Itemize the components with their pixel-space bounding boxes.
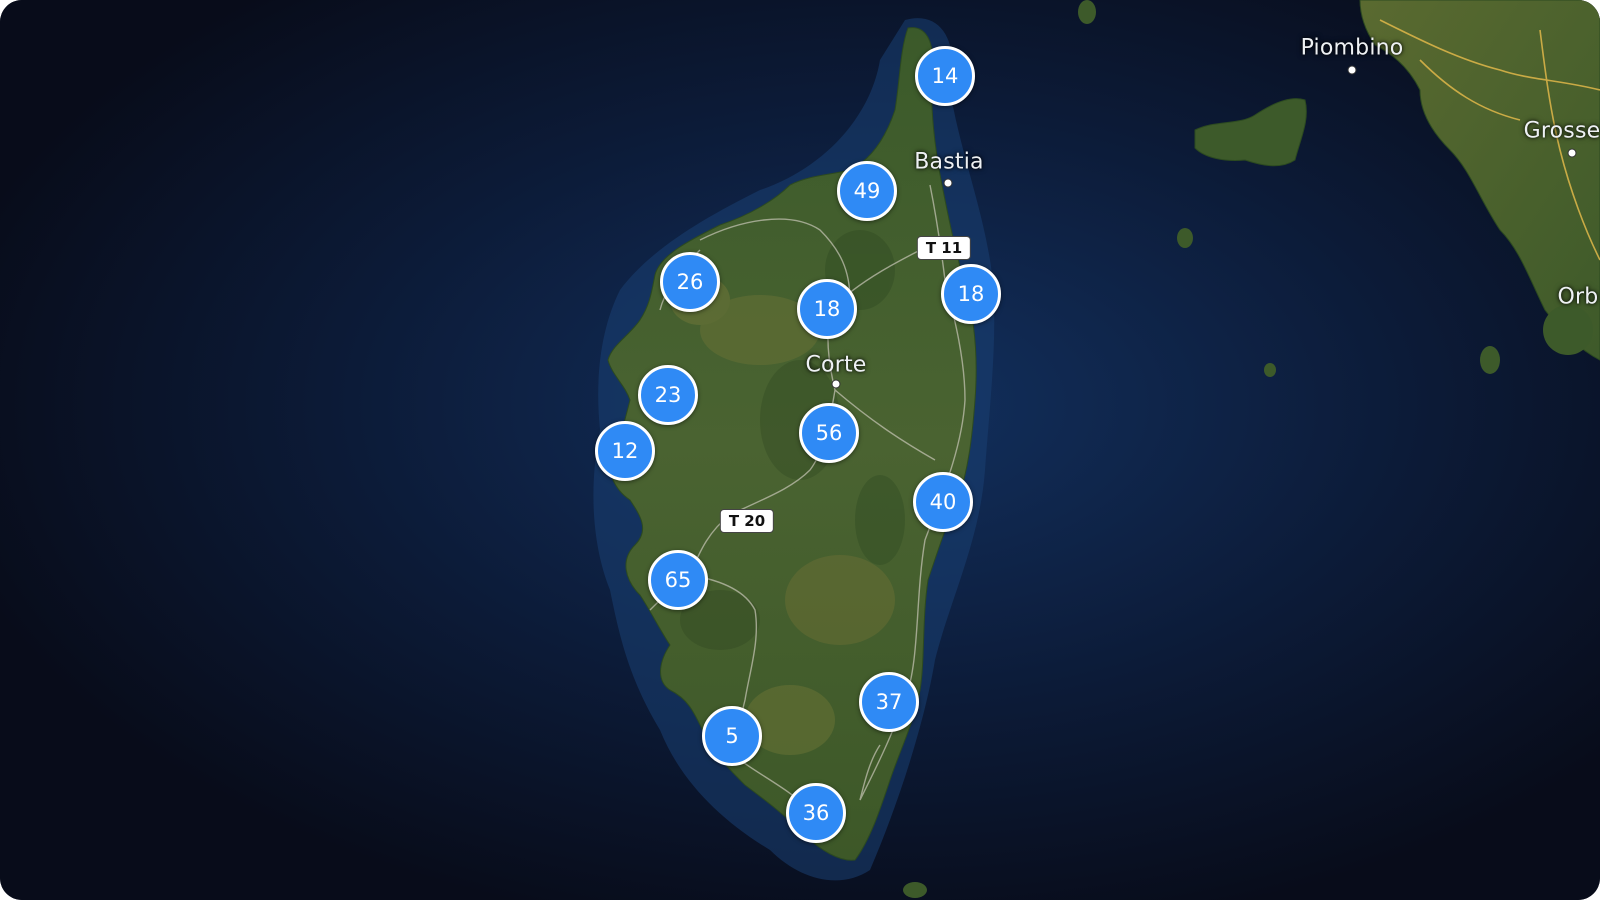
- cluster-marker[interactable]: 36: [786, 783, 846, 843]
- pianosa-island: [1264, 363, 1276, 377]
- piombino-dot: [1347, 65, 1357, 75]
- corte-dot: [831, 379, 841, 389]
- road-shield-t11: T 11: [916, 236, 972, 260]
- argentario-promontory: [1543, 305, 1593, 355]
- cluster-marker[interactable]: 18: [797, 279, 857, 339]
- satellite-map: [0, 0, 1600, 900]
- cluster-marker[interactable]: 18: [941, 264, 1001, 324]
- place-label-orbetello: Orb: [1557, 284, 1599, 310]
- giglio-island: [1480, 346, 1500, 374]
- cluster-marker[interactable]: 14: [915, 46, 975, 106]
- cluster-marker[interactable]: 40: [913, 472, 973, 532]
- cluster-marker[interactable]: 56: [799, 403, 859, 463]
- cluster-marker[interactable]: 5: [702, 706, 762, 766]
- gorgona-island: [1078, 0, 1096, 24]
- map-canvas[interactable]: Bastia Corte Piombino Grosse Orb T 11 T …: [0, 0, 1600, 900]
- bastia-dot: [943, 178, 953, 188]
- cluster-marker[interactable]: 49: [837, 161, 897, 221]
- cluster-marker[interactable]: 26: [660, 252, 720, 312]
- cluster-marker[interactable]: 65: [648, 550, 708, 610]
- cluster-marker[interactable]: 23: [638, 365, 698, 425]
- place-label-bastia: Bastia: [914, 149, 984, 175]
- cluster-marker[interactable]: 37: [859, 672, 919, 732]
- place-label-corte: Corte: [805, 352, 867, 378]
- grosseto-dot: [1567, 148, 1577, 158]
- place-label-grosseto: Grosse: [1523, 118, 1600, 144]
- sardinia-tip: [903, 882, 927, 898]
- cluster-marker[interactable]: 12: [595, 421, 655, 481]
- capraia-island: [1177, 228, 1193, 248]
- road-shield-t20: T 20: [719, 509, 775, 533]
- place-label-piombino: Piombino: [1300, 35, 1404, 61]
